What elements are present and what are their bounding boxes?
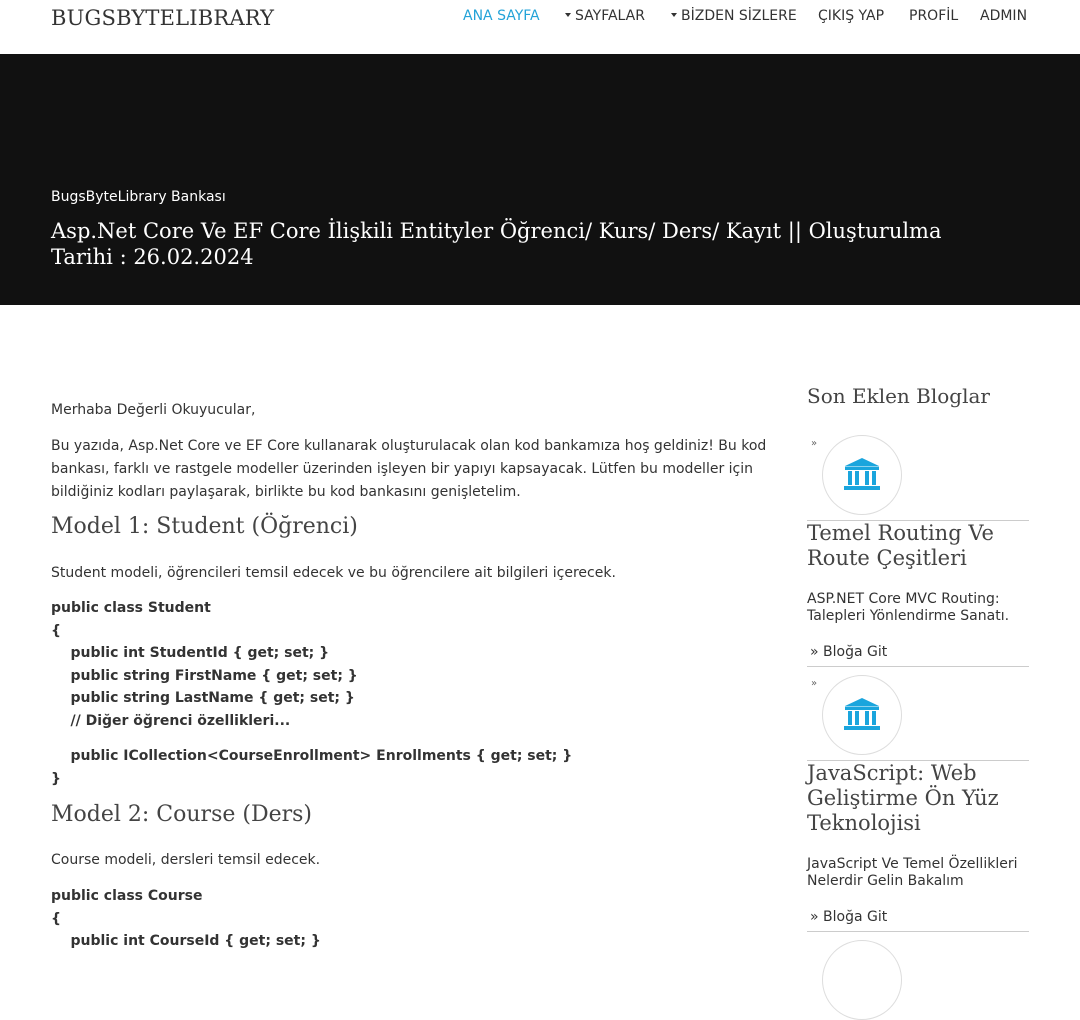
- model1-heading: Model 1: Student (Öğrenci): [51, 514, 358, 539]
- post-description: ASP.NET Core MVC Routing: Talepleri Yönl…: [807, 591, 1010, 624]
- top-navbar: BUGSBYTELIBRARY ANA SAYFA SAYFALAR BİZDE…: [0, 0, 1080, 54]
- nav-admin[interactable]: ADMIN: [980, 8, 1027, 24]
- nav-profile[interactable]: PROFİL: [909, 8, 958, 24]
- hero-subtitle: BugsByteLibrary Bankası: [51, 189, 226, 205]
- bullet-icon: »: [811, 438, 818, 449]
- article-intro: Bu yazıda, Asp.Net Core ve EF Core kulla…: [51, 438, 767, 500]
- post-title[interactable]: Temel Routing Ve Route Çeşitleri: [807, 521, 1029, 571]
- post-read-more-link[interactable]: » Bloğa Git: [810, 644, 887, 660]
- bullet-icon: »: [811, 678, 818, 689]
- divider: [807, 666, 1029, 667]
- bank-icon: [844, 698, 880, 730]
- nav-about-label: BİZDEN SİZLERE: [681, 8, 797, 24]
- post-thumbnail[interactable]: [822, 675, 902, 755]
- nav-pages-label: SAYFALAR: [575, 8, 645, 24]
- brand-logo[interactable]: BUGSBYTELIBRARY: [51, 6, 274, 30]
- post-read-more-link[interactable]: » Bloğa Git: [810, 909, 887, 925]
- post-thumbnail[interactable]: [822, 435, 902, 515]
- post-thumbnail[interactable]: [822, 940, 902, 1020]
- model2-description: Course modeli, dersleri temsil edecek.: [51, 852, 321, 868]
- post-description: JavaScript Ve Temel Özellikleri Nelerdir…: [807, 856, 1018, 889]
- bank-icon: [844, 458, 880, 490]
- nav-pages-dropdown[interactable]: SAYFALAR: [565, 8, 645, 24]
- article-greeting: Merhaba Değerli Okuyucular,: [51, 402, 256, 418]
- nav-logout[interactable]: ÇIKIŞ YAP: [818, 8, 884, 24]
- post-title[interactable]: JavaScript: Web Geliştirme Ön Yüz Teknol…: [807, 761, 1029, 836]
- page-title: Asp.Net Core Ve EF Core İlişkili Entityl…: [51, 219, 942, 269]
- caret-down-icon: [565, 13, 571, 17]
- model1-code-block-end: public ICollection<CourseEnrollment> Enr…: [51, 748, 573, 787]
- divider: [807, 931, 1029, 932]
- model1-code-block: public class Student { public int Studen…: [51, 600, 358, 729]
- nav-about-dropdown[interactable]: BİZDEN SİZLERE: [671, 8, 797, 24]
- caret-down-icon: [671, 13, 677, 17]
- model2-heading: Model 2: Course (Ders): [51, 802, 313, 827]
- nav-home[interactable]: ANA SAYFA: [463, 8, 540, 24]
- sidebar-title: Son Eklen Bloglar: [807, 384, 990, 408]
- model1-description: Student modeli, öğrencileri temsil edece…: [51, 565, 616, 581]
